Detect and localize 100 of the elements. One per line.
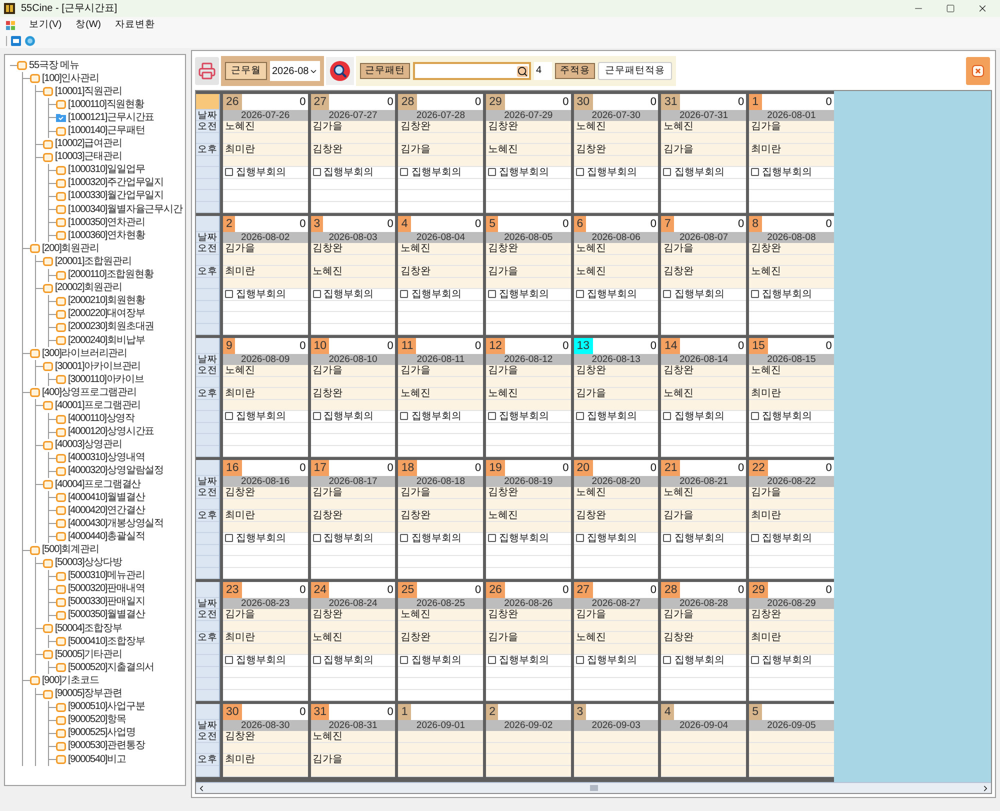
day-count: 0 [650, 217, 658, 232]
morning-staff: 김가을 [486, 365, 571, 376]
checkbox-label: 집행부회의 [762, 532, 812, 544]
tree-item[interactable]: [1000360]연차현황 [68, 230, 145, 242]
tree-item[interactable]: [4000310]상영내역 [68, 452, 145, 464]
tree-item[interactable]: [2000240]회비납부 [68, 334, 145, 347]
tree-item[interactable]: [2000220]대여장부 [68, 308, 145, 320]
day-count: 0 [562, 339, 570, 354]
tree-item[interactable]: [1000320]주간업무일지 [68, 177, 164, 190]
date-cell: 2026-08-15 [749, 354, 834, 365]
tree-item[interactable]: [4000440]총괄실적 [68, 530, 145, 543]
tree-item[interactable]: [9000540]비고 [68, 754, 126, 766]
day-count: 0 [387, 339, 394, 354]
tree-item[interactable]: [100]인사관리 [42, 72, 99, 85]
tree-item[interactable]: [300]라이브러리관리 [42, 348, 128, 360]
tree-item[interactable]: [2000110]조합원현황 [68, 269, 154, 282]
date-cell: 2026-08-06 [574, 232, 658, 243]
morning-staff: 김창완 [310, 243, 396, 254]
tree-item[interactable]: [1000110]직원현황 [68, 98, 144, 111]
tree-item[interactable]: [9000530]관련통장 [68, 740, 145, 752]
tree-item[interactable]: [5000350]월별결산 [68, 609, 145, 622]
afternoon-staff: 노혜진 [486, 510, 571, 522]
tree-item[interactable]: [400]상영프로그램관리 [42, 386, 136, 399]
day-count: 0 [474, 583, 482, 598]
tree-item[interactable]: [1000121]근무시간표 [68, 112, 154, 124]
tree-item[interactable]: [10002]급여관리 [55, 138, 122, 150]
day-number: 29 [749, 582, 768, 598]
tree-item[interactable]: [20002]회원관리 [55, 282, 122, 294]
day-count: 0 [562, 217, 570, 232]
afternoon-staff: 노혜진 [749, 266, 834, 278]
menu-item[interactable]: 보기(V) [29, 18, 62, 32]
tree-item[interactable]: [1000140]근무패턴 [68, 125, 145, 138]
tree-item[interactable]: [50005]기타관리 [55, 648, 122, 661]
day-number: 28 [661, 582, 680, 598]
tree-item[interactable]: [5000410]조합장부 [68, 636, 145, 648]
menu-item[interactable]: 창(W) [76, 18, 101, 32]
day-number: 8 [749, 216, 762, 232]
tree-item[interactable]: [3000110]아카이브 [68, 374, 144, 386]
tree-item[interactable]: [40004]프로그램결산 [55, 478, 141, 491]
tree-item[interactable]: [9000520]항목 [68, 714, 126, 726]
tree-item[interactable]: [4000430]개봉상영실적 [68, 518, 164, 530]
row-label: 오후 [196, 510, 219, 522]
tree-item[interactable]: [4000410]월별결산 [68, 492, 145, 504]
month-select[interactable]: 2026-08 [270, 61, 320, 81]
morning-staff: 김가을 [749, 487, 834, 498]
day-number: 18 [398, 460, 418, 476]
tree-item[interactable]: [5000320]판매내역 [68, 583, 145, 596]
afternoon-staff: 김창완 [574, 510, 658, 522]
tree-item[interactable]: [2000230]회원초대권 [68, 321, 154, 334]
day-number: 30 [574, 94, 593, 110]
tree-item[interactable]: [4000320]상영알람설정 [68, 465, 164, 478]
row-label: 날짜 [196, 110, 219, 121]
afternoon-staff: 노혜진 [574, 266, 658, 278]
tree-item[interactable]: [1000340]월별자율근무시간 [68, 204, 182, 216]
tree-item[interactable]: [4000110]상영작 [68, 413, 135, 426]
checkbox-label: 집행부회의 [586, 410, 637, 422]
row-label: 오전 [196, 487, 219, 498]
tree-item[interactable]: [4000120]상영시간표 [68, 426, 154, 438]
menu-item[interactable]: 자료변환 [114, 18, 155, 32]
tree-item[interactable]: [1000310]일일업무 [68, 164, 145, 176]
date-cell: 2026-08-25 [398, 598, 484, 609]
date-cell: 2026-07-27 [310, 110, 396, 121]
tree-item[interactable]: [20001]조합원관리 [55, 256, 132, 268]
afternoon-staff: 김창완 [398, 510, 484, 522]
tree-item[interactable]: [90005]장부관련 [55, 688, 122, 700]
tree-item[interactable]: [1000350]연차관리 [68, 216, 145, 229]
tree-item[interactable]: [4000420]연간결산 [68, 504, 145, 517]
tree-item[interactable]: [9000525]사업명 [68, 727, 136, 740]
day-number: 12 [486, 338, 505, 354]
tree-item[interactable]: 55극장 메뉴 [29, 60, 79, 72]
tree-item[interactable]: [10003]근태관리 [55, 151, 122, 164]
day-number: 3 [574, 704, 586, 720]
tree-item[interactable]: [40001]프로그램관리 [55, 400, 141, 412]
day-number: 11 [398, 338, 416, 354]
tree-item[interactable]: [50003]상상다방 [55, 557, 122, 570]
tree-item[interactable]: [5000520]지출결의서 [68, 662, 154, 674]
date-cell: 2026-08-27 [574, 598, 658, 609]
tree-item[interactable]: [40003]상영관리 [55, 439, 122, 452]
row-label: 오후 [196, 632, 219, 644]
tree-item[interactable]: [5000330]판매일지 [68, 596, 145, 608]
tree-item[interactable]: [2000210]회원현황 [68, 295, 145, 308]
checkbox-label: 집행부회의 [762, 654, 812, 666]
tree-item[interactable]: [50004]조합장부 [55, 622, 122, 635]
tree-item[interactable]: [30001]아카이브관리 [55, 360, 141, 373]
checkbox-label: 집행부회의 [411, 654, 462, 666]
apply-pattern-button[interactable]: 근무패턴적용 [598, 62, 672, 80]
date-cell: 2026-08-09 [223, 354, 308, 365]
weeks-field[interactable]: 4 [534, 62, 552, 80]
tree-item[interactable]: [1000330]월간업무일지 [68, 190, 164, 202]
tree-item[interactable]: [5000310]메뉴관리 [68, 570, 145, 582]
tree-item[interactable]: [10001]직원관리 [55, 86, 122, 98]
morning-staff: 노혜진 [310, 731, 396, 742]
tree-item[interactable]: [900]기초코드 [42, 674, 99, 687]
tree-item[interactable]: [200]회원관리 [42, 242, 99, 255]
tree-item[interactable]: [500]회계관리 [42, 544, 99, 556]
morning-staff: 김창완 [486, 243, 571, 254]
apply-week-button[interactable]: 주적용 [555, 63, 595, 79]
morning-staff: 김가을 [310, 487, 396, 498]
tree-item[interactable]: [9000510]사업구분 [68, 701, 145, 714]
day-number: 4 [398, 216, 411, 232]
